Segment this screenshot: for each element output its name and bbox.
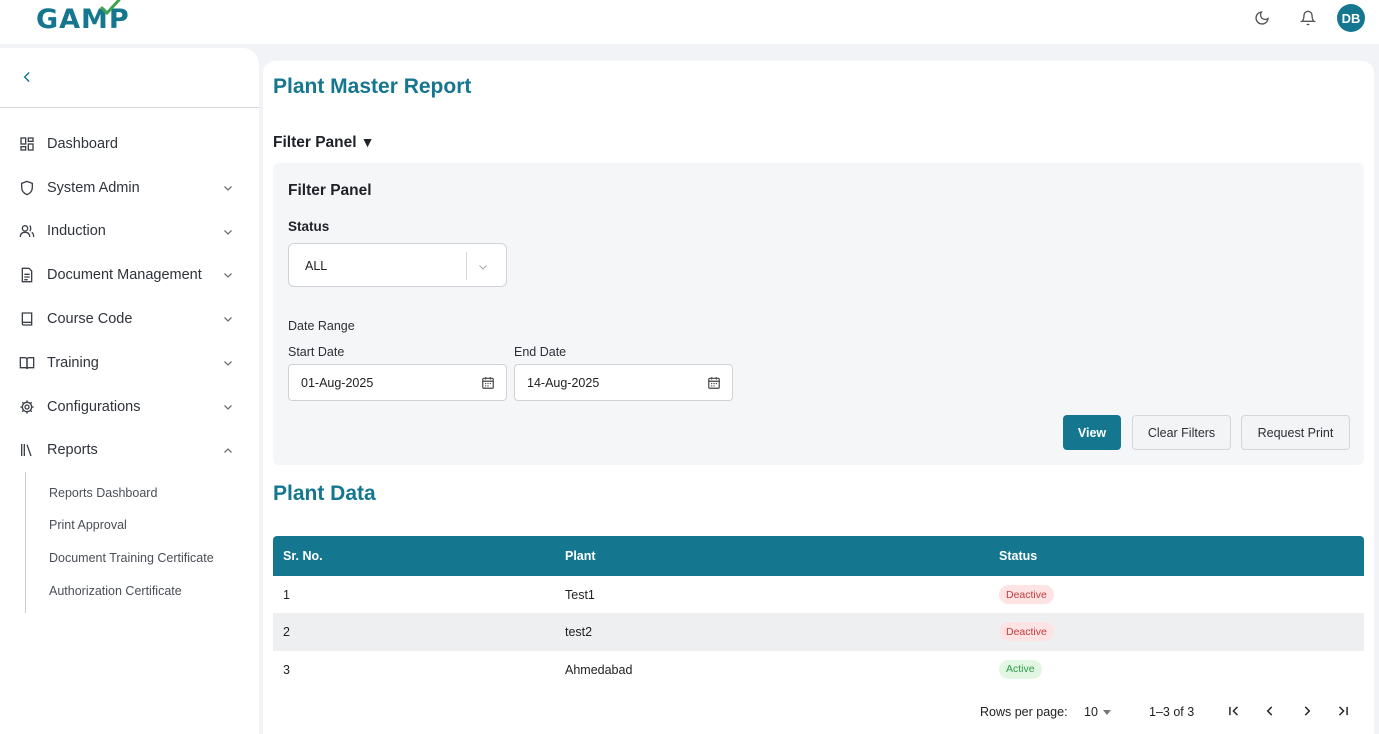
request-print-button[interactable]: Request Print bbox=[1241, 415, 1350, 450]
subnav-document-training-certificate[interactable]: Document Training Certificate bbox=[49, 542, 259, 575]
next-page-icon[interactable] bbox=[1298, 702, 1316, 720]
subnav-authorization-certificate[interactable]: Authorization Certificate bbox=[49, 574, 259, 607]
table-pagination: Rows per page: 10 1–3 of 3 bbox=[273, 693, 1364, 729]
sidebar-item-training[interactable]: Training bbox=[0, 341, 259, 385]
sidebar-item-induction[interactable]: Induction bbox=[0, 210, 259, 254]
chevron-down-icon bbox=[222, 225, 234, 237]
sidebar-item-label: Reports bbox=[47, 442, 98, 459]
table-row[interactable]: 1 Test1 Deactive bbox=[273, 576, 1364, 614]
collapse-triangle-icon: ▼ bbox=[360, 134, 375, 150]
status-select[interactable]: ALL bbox=[288, 243, 507, 287]
end-date-label: End Date bbox=[514, 345, 567, 359]
end-date-value: 14-Aug-2025 bbox=[527, 376, 600, 390]
sidebar-item-configurations[interactable]: Configurations bbox=[0, 385, 259, 429]
rows-per-page-select[interactable]: 10 bbox=[1084, 705, 1111, 719]
chevron-down-icon bbox=[222, 400, 234, 412]
column-header-plant[interactable]: Plant bbox=[565, 549, 596, 563]
date-range-label: Date Range bbox=[288, 319, 355, 333]
plant-data-title: Plant Data bbox=[273, 482, 376, 505]
cell-plant: Test1 bbox=[565, 588, 595, 602]
pagination-range: 1–3 of 3 bbox=[1149, 705, 1195, 719]
main-content: Plant Master Report Filter Panel ▼ Filter… bbox=[263, 61, 1374, 734]
previous-page-icon[interactable] bbox=[1261, 702, 1279, 720]
status-badge: Active bbox=[999, 659, 1042, 679]
sidebar-item-document-management[interactable]: Document Management bbox=[0, 253, 259, 297]
end-date-field[interactable]: 14-Aug-2025 bbox=[514, 364, 733, 401]
sidebar: Dashboard System Admin Induction Documen… bbox=[0, 48, 259, 734]
cell-plant: Ahmedabad bbox=[565, 662, 633, 677]
rows-per-page-label: Rows per page: bbox=[980, 705, 1068, 719]
sidebar-item-label: Induction bbox=[47, 223, 106, 240]
filter-toggle-label: Filter Panel bbox=[273, 134, 357, 151]
status-badge: Deactive bbox=[999, 622, 1054, 642]
sidebar-item-label: Document Management bbox=[47, 267, 202, 284]
dashboard-grid-icon bbox=[18, 135, 36, 153]
cell-sr-no: 1 bbox=[283, 588, 290, 602]
chevron-down-icon bbox=[222, 356, 234, 368]
chevron-down-icon bbox=[222, 181, 234, 193]
sidebar-item-course-code[interactable]: Course Code bbox=[0, 297, 259, 341]
dark-mode-moon-icon[interactable] bbox=[1251, 7, 1273, 29]
library-icon bbox=[18, 441, 36, 459]
first-page-icon[interactable] bbox=[1225, 702, 1243, 720]
start-date-value: 01-Aug-2025 bbox=[301, 376, 374, 390]
calendar-icon[interactable] bbox=[481, 376, 495, 390]
shield-icon bbox=[18, 179, 36, 197]
rows-per-page-value: 10 bbox=[1084, 705, 1098, 719]
cell-plant: test2 bbox=[565, 625, 593, 640]
user-avatar[interactable]: DB bbox=[1337, 4, 1365, 32]
clear-filters-button[interactable]: Clear Filters bbox=[1132, 415, 1231, 450]
sidebar-item-system-admin[interactable]: System Admin bbox=[0, 166, 259, 210]
chevron-down-icon bbox=[222, 312, 234, 324]
subnav-print-approval[interactable]: Print Approval bbox=[49, 509, 259, 542]
collapse-sidebar-chevron-left-icon[interactable] bbox=[20, 70, 36, 86]
chevron-down-icon bbox=[222, 268, 234, 280]
filter-panel: Filter Panel Status ALL Date Range Start… bbox=[273, 163, 1364, 465]
page-title: Plant Master Report bbox=[273, 75, 472, 98]
plant-data-table: Sr. No. Plant Status 1 Test1 Deactive 2 … bbox=[273, 536, 1364, 688]
sidebar-item-label: Dashboard bbox=[47, 135, 118, 152]
app-logo[interactable]: GAMP bbox=[36, 0, 130, 35]
logo-check-icon bbox=[100, 0, 121, 16]
open-book-icon bbox=[18, 354, 36, 372]
gear-icon bbox=[18, 398, 36, 416]
status-select-value: ALL bbox=[305, 259, 328, 273]
reports-subnav: Reports Dashboard Print Approval Documen… bbox=[25, 472, 259, 614]
table-row[interactable]: 3 Ahmedabad Active bbox=[273, 650, 1364, 688]
header-actions: DB bbox=[1227, 3, 1365, 33]
filter-panel-title: Filter Panel bbox=[288, 182, 372, 199]
sidebar-item-label: Course Code bbox=[47, 311, 133, 328]
table-row[interactable]: 2 test2 Deactive bbox=[273, 613, 1364, 651]
dropdown-caret-icon bbox=[1102, 710, 1111, 716]
column-header-sr-no[interactable]: Sr. No. bbox=[283, 549, 323, 563]
cell-sr-no: 3 bbox=[283, 662, 290, 677]
chevron-up-icon bbox=[222, 444, 234, 456]
sidebar-item-dashboard[interactable]: Dashboard bbox=[0, 122, 259, 166]
top-bar: GAMP DB bbox=[0, 0, 1379, 44]
start-date-label: Start Date bbox=[288, 345, 345, 359]
calendar-icon[interactable] bbox=[707, 376, 721, 390]
status-badge: Deactive bbox=[999, 585, 1054, 604]
last-page-icon[interactable] bbox=[1334, 702, 1352, 720]
sidebar-item-label: Training bbox=[47, 354, 99, 371]
column-header-status[interactable]: Status bbox=[999, 549, 1037, 563]
sidebar-divider bbox=[0, 107, 259, 108]
sidebar-item-label: System Admin bbox=[47, 179, 140, 196]
sidebar-nav: Dashboard System Admin Induction Documen… bbox=[0, 122, 259, 614]
table-header: Sr. No. Plant Status bbox=[273, 536, 1364, 576]
view-button[interactable]: View bbox=[1063, 415, 1121, 450]
subnav-reports-dashboard[interactable]: Reports Dashboard bbox=[49, 476, 259, 509]
document-icon bbox=[18, 266, 36, 284]
cell-sr-no: 2 bbox=[283, 625, 290, 640]
sidebar-item-label: Configurations bbox=[47, 398, 141, 415]
notifications-bell-icon[interactable] bbox=[1297, 7, 1319, 29]
filter-panel-toggle[interactable]: Filter Panel ▼ bbox=[273, 134, 374, 152]
sidebar-item-reports[interactable]: Reports bbox=[0, 429, 259, 473]
status-label: Status bbox=[288, 219, 330, 234]
chevron-down-icon[interactable] bbox=[477, 260, 489, 272]
start-date-field[interactable]: 01-Aug-2025 bbox=[288, 364, 507, 401]
users-icon bbox=[18, 222, 36, 240]
select-separator bbox=[466, 252, 467, 280]
book-icon bbox=[18, 310, 36, 328]
